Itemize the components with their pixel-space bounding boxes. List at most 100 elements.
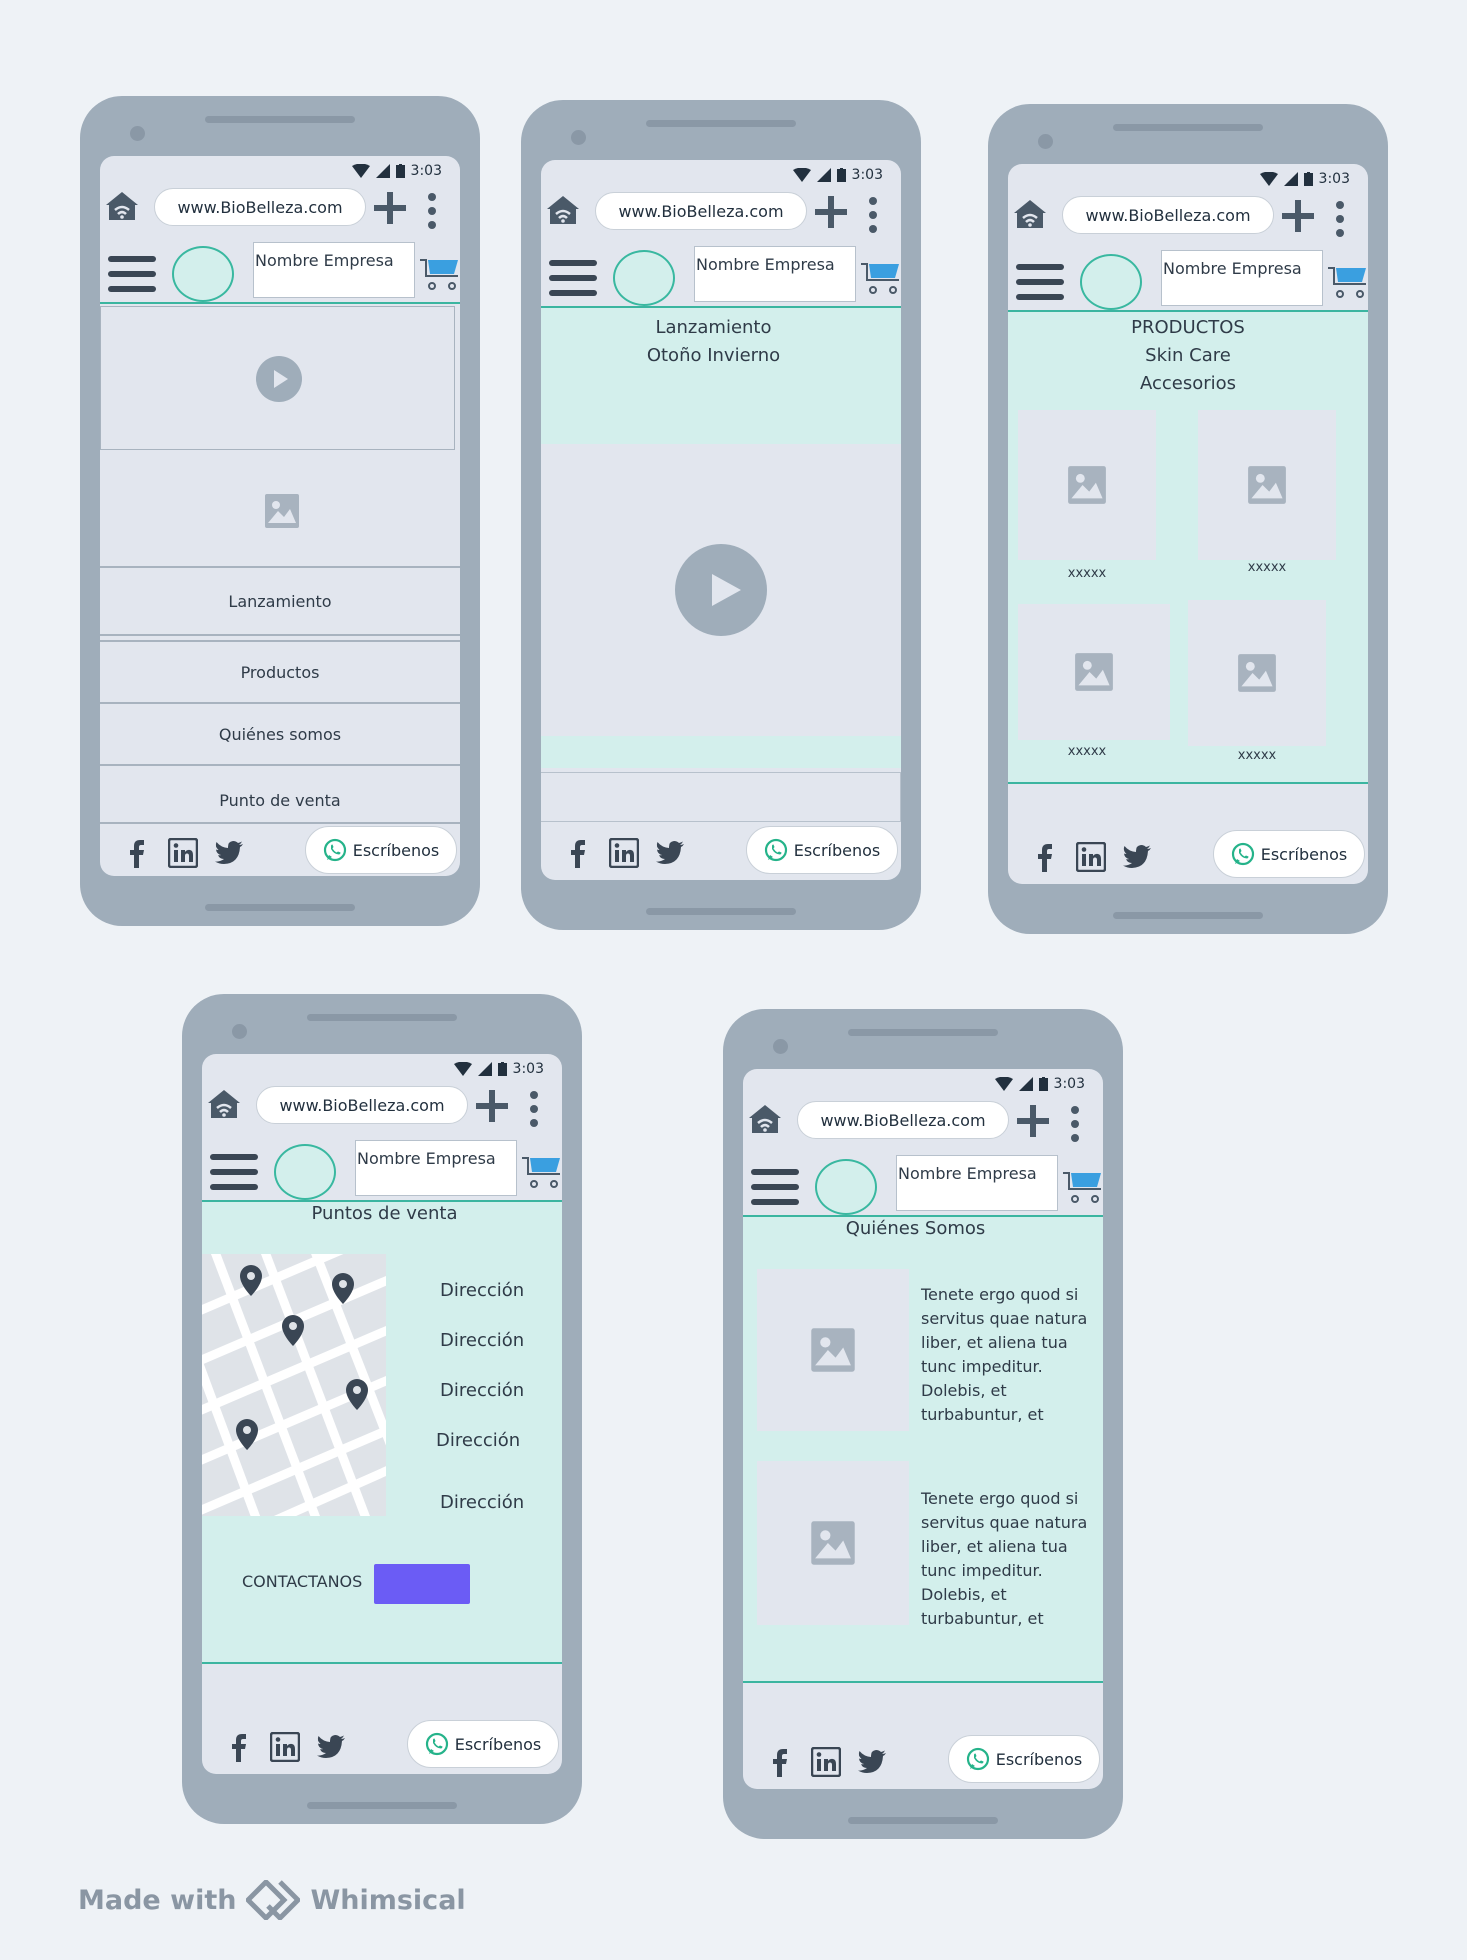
launch-title: Lanzamiento Otoño Invierno (541, 314, 886, 370)
hamburger-menu-icon[interactable] (549, 258, 597, 298)
home-wifi-icon[interactable] (104, 188, 140, 224)
home-wifi-icon[interactable] (206, 1086, 242, 1122)
product-name: xxxxx (1067, 744, 1107, 759)
home-wifi-icon[interactable] (545, 192, 581, 228)
new-tab-plus-icon[interactable] (368, 186, 412, 230)
facebook-icon[interactable] (224, 1732, 254, 1762)
hamburger-menu-icon[interactable] (1016, 262, 1064, 302)
more-options-icon[interactable] (1065, 1105, 1085, 1143)
more-options-icon[interactable] (524, 1090, 544, 1128)
category-accesorios[interactable]: Accesorios (1008, 370, 1368, 398)
products-title: PRODUCTOS (1131, 317, 1245, 338)
cart-icon[interactable] (1326, 262, 1368, 302)
battery-icon (1038, 1077, 1048, 1091)
whatsapp-icon (966, 1747, 989, 1771)
linkedin-icon[interactable] (811, 1747, 841, 1777)
facebook-icon[interactable] (1030, 842, 1060, 872)
twitter-icon[interactable] (214, 838, 244, 868)
address-item[interactable]: Dirección (440, 1330, 524, 1351)
twitter-icon[interactable] (316, 1732, 346, 1762)
url-field[interactable]: www.BioBelleza.com (1062, 196, 1274, 234)
menu-item-lanzamiento[interactable]: Lanzamiento (100, 566, 460, 636)
stores-section: Puntos de venta Dirección Dirección Dire… (202, 1202, 562, 1664)
new-tab-plus-icon[interactable] (809, 190, 853, 234)
signal-icon (1283, 172, 1298, 186)
play-icon[interactable] (675, 544, 767, 636)
twitter-icon[interactable] (857, 1747, 887, 1777)
linkedin-icon[interactable] (168, 838, 198, 868)
phone-quienes-somos: 3:03 www.BioBelleza.com Nombre Empresa Q… (723, 1009, 1123, 1839)
more-options-icon[interactable] (1330, 200, 1350, 238)
video-placeholder[interactable] (100, 306, 455, 450)
facebook-icon[interactable] (563, 838, 593, 868)
menu-item-punto-de-venta[interactable]: Punto de venta (100, 764, 460, 820)
hamburger-menu-icon[interactable] (210, 1152, 258, 1192)
image-icon (1068, 466, 1106, 504)
product-image[interactable] (1018, 604, 1170, 740)
made-with-whimsical[interactable]: Made with Whimsical (78, 1880, 466, 1920)
cart-icon[interactable] (859, 258, 901, 298)
linkedin-icon[interactable] (1076, 842, 1106, 872)
menu-item-quienes-somos[interactable]: Quiénes somos (100, 702, 460, 764)
app-header: Nombre Empresa (202, 1138, 562, 1202)
logo-circle[interactable] (172, 246, 234, 302)
category-skin-care[interactable]: Skin Care (1008, 342, 1368, 370)
cart-icon[interactable] (1061, 1167, 1103, 1207)
signal-icon (375, 164, 390, 178)
home-wifi-icon[interactable] (1012, 196, 1048, 232)
launch-title-line2: Otoño Invierno (646, 345, 781, 366)
new-tab-plus-icon[interactable] (470, 1084, 514, 1128)
address-item[interactable]: Dirección (440, 1280, 524, 1301)
url-field[interactable]: www.BioBelleza.com (256, 1086, 468, 1124)
contact-button[interactable] (374, 1564, 470, 1604)
logo-circle[interactable] (1080, 254, 1142, 310)
hamburger-menu-icon[interactable] (108, 254, 156, 294)
whatsapp-label: Escríbenos (793, 840, 881, 860)
clock: 3:03 (1053, 1076, 1085, 1092)
app-header: Nombre Empresa (541, 244, 901, 308)
logo-circle[interactable] (274, 1144, 336, 1200)
more-options-icon[interactable] (863, 196, 883, 234)
whatsapp-icon (1231, 842, 1254, 866)
product-name: xxxxx (1067, 566, 1107, 581)
facebook-icon[interactable] (765, 1747, 795, 1777)
address-item[interactable]: Dirección (440, 1380, 524, 1401)
image-icon (1238, 654, 1276, 692)
new-tab-plus-icon[interactable] (1276, 194, 1320, 238)
logo-circle[interactable] (815, 1159, 877, 1215)
map-view[interactable] (202, 1254, 386, 1516)
whatsapp-button[interactable]: Escríbenos (1213, 830, 1365, 878)
company-name: Nombre Empresa (355, 1140, 517, 1196)
hamburger-menu-icon[interactable] (751, 1167, 799, 1207)
linkedin-icon[interactable] (609, 838, 639, 868)
facebook-icon[interactable] (122, 838, 152, 868)
product-image[interactable] (1018, 410, 1156, 560)
browser-bar: www.BioBelleza.com (541, 188, 901, 238)
menu-item-productos[interactable]: Productos (100, 640, 460, 702)
whatsapp-button[interactable]: Escríbenos (746, 826, 898, 874)
wifi-icon (351, 164, 370, 178)
url-field[interactable]: www.BioBelleza.com (595, 192, 807, 230)
whatsapp-button[interactable]: Escríbenos (407, 1720, 559, 1768)
product-image[interactable] (1188, 600, 1326, 746)
cart-icon[interactable] (520, 1152, 562, 1192)
twitter-icon[interactable] (655, 838, 685, 868)
twitter-icon[interactable] (1122, 842, 1152, 872)
linkedin-icon[interactable] (270, 1732, 300, 1762)
address-item[interactable]: Dirección (436, 1430, 520, 1451)
url-field[interactable]: www.BioBelleza.com (154, 188, 366, 226)
cart-icon[interactable] (418, 254, 460, 294)
url-field[interactable]: www.BioBelleza.com (797, 1101, 1009, 1139)
address-item[interactable]: Dirección (440, 1492, 524, 1513)
whatsapp-button[interactable]: Escríbenos (305, 826, 457, 874)
whatsapp-button[interactable]: Escríbenos (948, 1735, 1100, 1783)
play-icon[interactable] (256, 356, 302, 402)
product-image[interactable] (1198, 410, 1336, 560)
footer-bar: Escríbenos (541, 824, 901, 880)
about-title: Quiénes Somos (845, 1218, 986, 1239)
more-options-icon[interactable] (422, 192, 442, 230)
logo-circle[interactable] (613, 250, 675, 306)
new-tab-plus-icon[interactable] (1011, 1099, 1055, 1143)
home-wifi-icon[interactable] (747, 1101, 783, 1137)
video-placeholder[interactable] (541, 444, 901, 736)
